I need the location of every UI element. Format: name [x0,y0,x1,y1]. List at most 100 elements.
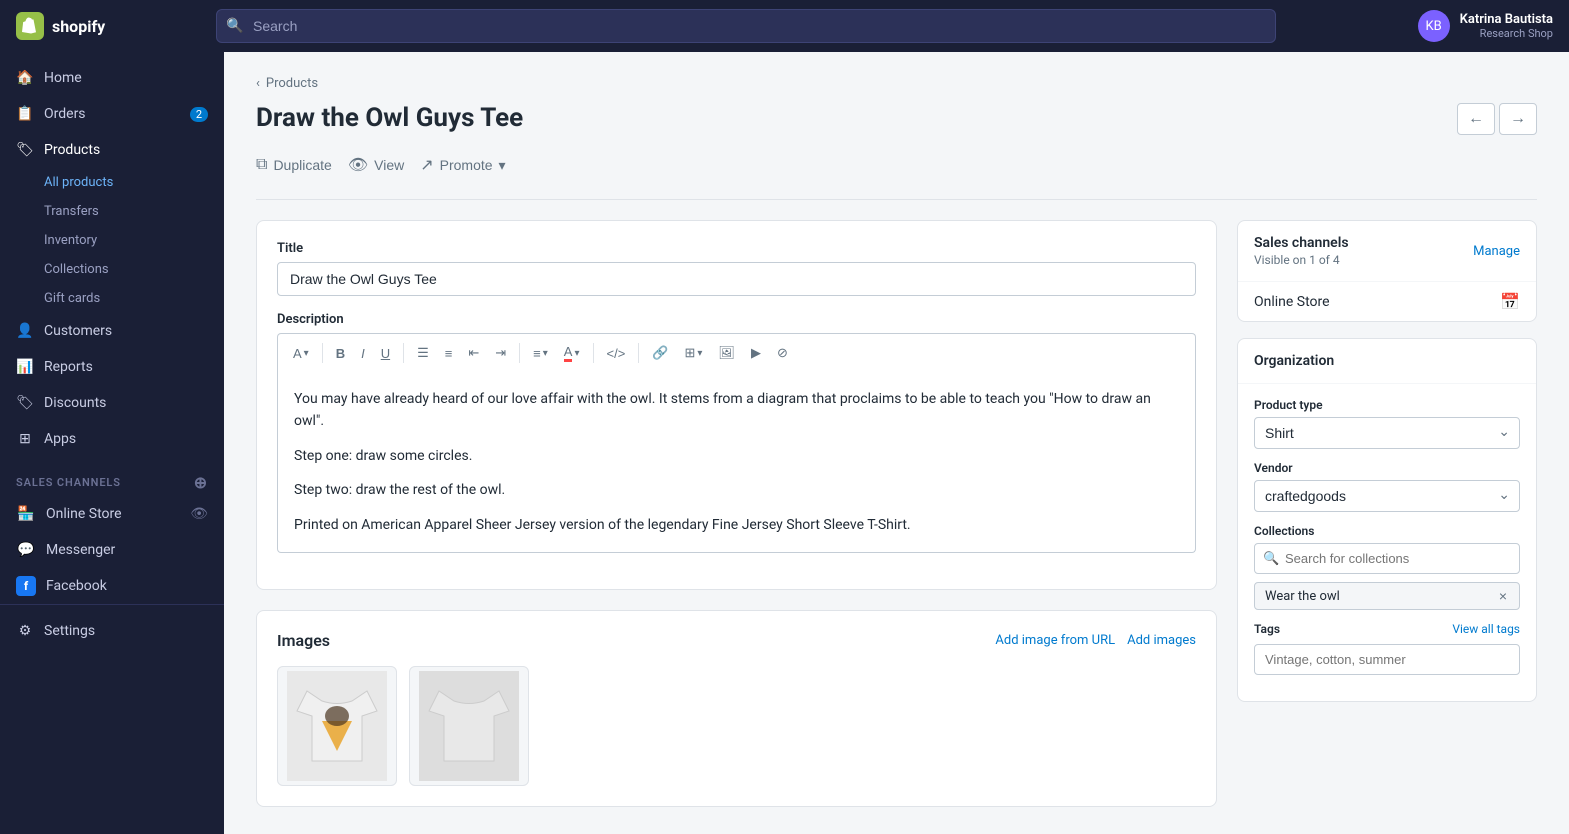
apps-icon: ⊞ [16,430,34,448]
breadcrumb[interactable]: ‹ Products [256,76,1537,91]
discounts-icon: 🏷 [16,394,34,412]
sidebar-item-reports[interactable]: 📊 Reports [0,349,224,385]
sidebar-channel-messenger[interactable]: 💬 Messenger [0,532,224,568]
sidebar-sub-inventory[interactable]: Inventory [0,226,224,255]
product-image-1[interactable] [277,666,397,786]
vendor-field: Vendor craftedgoods [1254,461,1520,512]
underline-button[interactable]: U [374,342,397,365]
sidebar-item-label: Settings [44,623,95,639]
ol-button[interactable]: ≡ [438,342,460,365]
add-images-link[interactable]: Add images [1127,633,1196,648]
sidebar-sub-collections[interactable]: Collections [0,255,224,284]
tags-input[interactable] [1254,644,1520,675]
sidebar-item-customers[interactable]: 👤 Customers [0,313,224,349]
bold-button[interactable]: B [329,342,352,365]
topbar: shopify 🔍 KB Katrina Bautista Research S… [0,0,1569,52]
sidebar-item-home[interactable]: 🏠 Home [0,60,224,96]
title-label: Title [277,241,1196,256]
product-type-select[interactable]: Shirt [1254,417,1520,449]
sidebar-sub-gift-cards[interactable]: Gift cards [0,284,224,313]
toolbar-divider-5 [638,343,639,363]
description-p4: Printed on American Apparel Sheer Jersey… [294,514,1179,536]
sidebar-item-products[interactable]: 🏷 Products [0,132,224,168]
outdent-button[interactable]: ⇤ [461,341,486,365]
manage-link[interactable]: Manage [1473,244,1520,259]
channel-label: Facebook [46,578,107,594]
sales-channels-section: SALES CHANNELS ⊕ [0,457,224,496]
search-icon: 🔍 [226,18,243,34]
vendor-select[interactable]: craftedgoods [1254,480,1520,512]
align-button[interactable]: ≡ ▾ [526,342,555,365]
duplicate-icon: ⧉ [256,156,267,174]
channel-label: Online Store [46,506,122,522]
collections-field: Collections 🔍 Wear the owl × [1254,524,1520,610]
link-button[interactable]: 🔗 [645,341,675,365]
italic-button[interactable]: I [354,342,372,365]
title-input[interactable] [277,262,1196,296]
orders-icon: 📋 [16,105,34,123]
toolbar-divider-3 [519,343,520,363]
sidebar-item-label: Home [44,70,82,86]
org-body: Product type Shirt Vendor cr [1238,384,1536,701]
orders-badge: 2 [190,107,208,122]
tags-field: Tags View all tags [1254,622,1520,675]
next-product-button[interactable]: → [1499,103,1537,135]
product-type-label: Product type [1254,398,1520,412]
table-button[interactable]: ⊞ ▾ [677,341,709,365]
image-button[interactable]: 🖼 [711,341,742,365]
images-card: Images Add image from URL Add images [256,610,1217,807]
color-button[interactable]: A ▾ [557,340,587,366]
sidebar-sub-all-products[interactable]: All products [0,168,224,197]
add-channel-icon[interactable]: ⊕ [194,473,208,492]
format-button[interactable]: A ▾ [286,342,316,365]
logo[interactable]: shopify [16,12,216,40]
clear-button[interactable]: ⊘ [770,341,795,365]
sidebar-item-label: Reports [44,359,93,375]
sidebar-item-apps[interactable]: ⊞ Apps [0,421,224,457]
calendar-icon[interactable]: 📅 [1500,292,1520,311]
collections-search-input[interactable] [1254,543,1520,574]
sidebar-channel-facebook[interactable]: f Facebook [0,568,224,604]
vendor-label: Vendor [1254,461,1520,475]
sidebar-item-settings[interactable]: ⚙ Settings [0,613,224,649]
source-button[interactable]: </> [600,342,633,365]
content-grid: Title Description A ▾ B [256,220,1537,807]
org-title: Organization [1254,353,1334,369]
view-button[interactable]: 👁 View [348,151,404,179]
page-title: Draw the Owl Guys Tee [256,103,523,133]
indent-button[interactable]: ⇥ [488,341,513,365]
add-image-url-link[interactable]: Add image from URL [995,633,1115,648]
search-input[interactable] [216,9,1276,43]
collections-search-icon: 🔍 [1263,551,1279,566]
sidebar-channel-online-store[interactable]: 🏪 Online Store 👁 [0,496,224,532]
sidebar-item-label: Products [44,142,100,158]
page-header: Draw the Owl Guys Tee ← → [256,103,1537,135]
sales-channels-title: Sales channels [1254,235,1349,251]
sales-channels-card: Sales channels Visible on 1 of 4 Manage … [1237,220,1537,322]
video-button[interactable]: ▶ [744,341,768,365]
ul-button[interactable]: ☰ [410,341,436,365]
view-all-tags-link[interactable]: View all tags [1452,622,1520,636]
toolbar-divider-1 [322,343,323,363]
sidebar-item-label: Orders [44,106,86,122]
promote-button[interactable]: ↗ Promote ▾ [420,151,505,179]
description-p1: You may have already heard of our love a… [294,388,1179,433]
sidebar-item-orders[interactable]: 📋 Orders 2 [0,96,224,132]
color-chevron-icon: ▾ [574,348,579,359]
user-menu[interactable]: KB Katrina Bautista Research Shop [1418,10,1553,42]
view-label: View [374,157,404,173]
description-editor[interactable]: You may have already heard of our love a… [277,372,1196,553]
sidebar: 🏠 Home 📋 Orders 2 🏷 Products All product… [0,52,224,834]
collection-tag-label: Wear the owl [1265,589,1340,604]
duplicate-button[interactable]: ⧉ Duplicate [256,152,332,178]
sidebar-item-discounts[interactable]: 🏷 Discounts [0,385,224,421]
product-image-2[interactable] [409,666,529,786]
sidebar-bottom: ⚙ Settings [0,604,224,649]
logo-icon [16,12,44,40]
sidebar-sub-transfers[interactable]: Transfers [0,197,224,226]
remove-collection-button[interactable]: × [1497,588,1509,604]
description-p3: Step two: draw the rest of the owl. [294,479,1179,501]
prev-product-button[interactable]: ← [1457,103,1495,135]
images-header: Images Add image from URL Add images [277,631,1196,650]
images-title: Images [277,631,330,650]
